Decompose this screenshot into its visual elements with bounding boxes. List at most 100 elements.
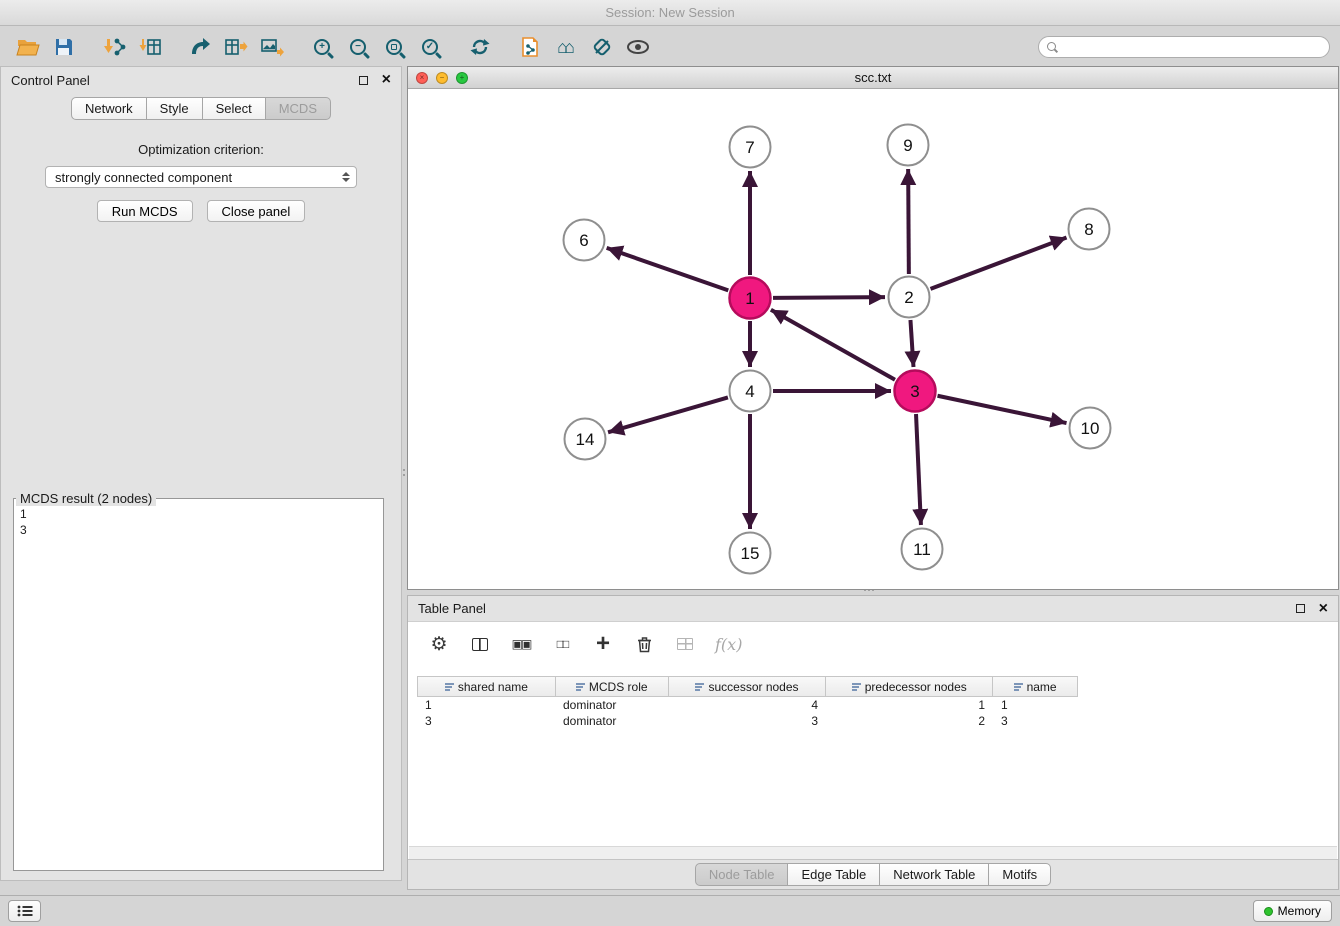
tab-edge-table[interactable]: Edge Table [788,863,880,886]
zoom-out-button[interactable]: − [340,31,376,63]
edge-1-6[interactable] [607,248,729,290]
import-table-button[interactable] [132,31,168,63]
zoom-in-button[interactable]: + [304,31,340,63]
edge-2-3[interactable] [910,320,913,367]
minimize-window-button[interactable]: − [436,72,448,84]
deselect-all-columns-button[interactable]: □□ [551,629,573,659]
node-9[interactable]: 9 [888,125,929,166]
table-hscrollbar[interactable] [409,846,1337,859]
node-2[interactable]: 2 [889,277,930,318]
network-graph[interactable]: 7 9 6 8 1 2 4 3 10 14 15 11 [408,89,1338,589]
column-header-mcds-role[interactable]: MCDS role [556,677,669,696]
export-table-button[interactable] [218,31,254,63]
run-mcds-button[interactable]: Run MCDS [97,200,193,222]
control-panel: Control Panel × NetworkStyleSelectMCDS O… [0,66,402,881]
export-network-button[interactable] [182,31,218,63]
node-4[interactable]: 4 [730,371,771,412]
zoom-fit-icon [386,39,402,55]
edge-2-9[interactable] [908,169,909,274]
main-toolbar: + − ✓ ⌂⌂ [0,27,1340,66]
tab-mcds[interactable]: MCDS [266,97,331,120]
table-row[interactable]: 3dominator323 [417,713,1078,729]
column-header-shared-name[interactable]: shared name [418,677,556,696]
column-header-predecessor-nodes[interactable]: predecessor nodes [826,677,993,696]
plus-icon: + [596,634,610,653]
tab-network-table[interactable]: Network Table [880,863,989,886]
float-panel-icon[interactable] [359,76,368,85]
maximize-window-button[interactable]: + [456,72,468,84]
node-15[interactable]: 15 [730,533,771,574]
node-6[interactable]: 6 [564,220,605,261]
add-row-button[interactable]: + [592,629,614,659]
svg-text:8: 8 [1084,220,1093,239]
memory-button[interactable]: Memory [1253,900,1332,922]
zoom-selected-button[interactable]: ✓ [412,31,448,63]
close-panel-button[interactable]: Close panel [207,200,306,222]
close-table-panel-icon[interactable]: × [1319,601,1328,617]
edge-3-1[interactable] [771,310,895,380]
edge-4-14[interactable] [608,397,728,432]
open-session-button[interactable] [10,31,46,63]
node-11[interactable]: 11 [902,529,943,570]
node-7[interactable]: 7 [730,127,771,168]
zoom-fit-button[interactable] [376,31,412,63]
import-network-button[interactable] [96,31,132,63]
export-image-button[interactable] [254,31,290,63]
edge-3-10[interactable] [938,396,1067,423]
column-header-successor-nodes[interactable]: successor nodes [669,677,827,696]
mcds-result-title: MCDS result (2 nodes) [16,491,156,506]
horizontal-splitter[interactable] [862,587,876,593]
tab-style[interactable]: Style [147,97,203,120]
save-session-button[interactable] [46,31,82,63]
function-icon: f(x) [715,635,742,654]
sort-icon [695,683,704,691]
table-cell: 4 [668,697,826,713]
unchecked-boxes-icon: □□ [557,637,568,651]
function-builder-button: f(x) [715,629,742,659]
delete-row-button[interactable] [633,629,655,659]
graphics-details-button[interactable] [584,31,620,63]
memory-status-icon [1264,907,1273,916]
node-10[interactable]: 10 [1070,408,1111,449]
task-history-button[interactable] [8,900,41,922]
tab-select[interactable]: Select [203,97,266,120]
vertical-splitter[interactable] [402,464,406,480]
import-table-icon [138,37,162,57]
refresh-view-button[interactable] [462,31,498,63]
search-input[interactable] [1061,40,1321,54]
table-panel-header: Table Panel × [408,596,1338,622]
node-14[interactable]: 14 [565,419,606,460]
edge-1-2[interactable] [773,297,885,298]
close-window-button[interactable]: × [416,72,428,84]
birds-eye-view-button[interactable] [620,31,656,63]
edge-2-8[interactable] [931,237,1067,288]
export-table-icon [224,37,248,57]
float-table-panel-icon[interactable] [1296,604,1305,613]
first-neighbors-button[interactable]: ⌂⌂ [548,31,584,63]
open-folder-icon [16,37,40,57]
table-row[interactable]: 1dominator411 [417,697,1078,713]
node-1[interactable]: 1 [730,278,771,319]
svg-text:4: 4 [745,382,754,401]
tab-node-table[interactable]: Node Table [695,863,789,886]
clone-network-button[interactable] [512,31,548,63]
node-8[interactable]: 8 [1069,209,1110,250]
network-window-titlebar[interactable]: × − + scc.txt [408,67,1338,89]
svg-text:1: 1 [745,289,754,308]
node-3[interactable]: 3 [895,371,936,412]
table-cell: 3 [993,713,1077,729]
column-header-name[interactable]: name [993,677,1077,696]
search-box[interactable] [1038,36,1330,58]
tab-network[interactable]: Network [71,97,147,120]
window-title: Session: New Session [605,5,734,20]
select-all-columns-button[interactable]: ▣▣ [510,629,532,659]
show-columns-button[interactable] [469,629,491,659]
delete-table-button [674,629,696,659]
status-bar: Memory [0,895,1340,926]
tab-motifs[interactable]: Motifs [989,863,1051,886]
table-settings-button[interactable]: ⚙ [428,629,450,659]
node-table: shared nameMCDS rolesuccessor nodesprede… [417,676,1078,729]
criterion-select[interactable]: strongly connected component [45,166,357,188]
close-panel-icon[interactable]: × [382,72,391,88]
edge-3-11[interactable] [916,414,921,525]
